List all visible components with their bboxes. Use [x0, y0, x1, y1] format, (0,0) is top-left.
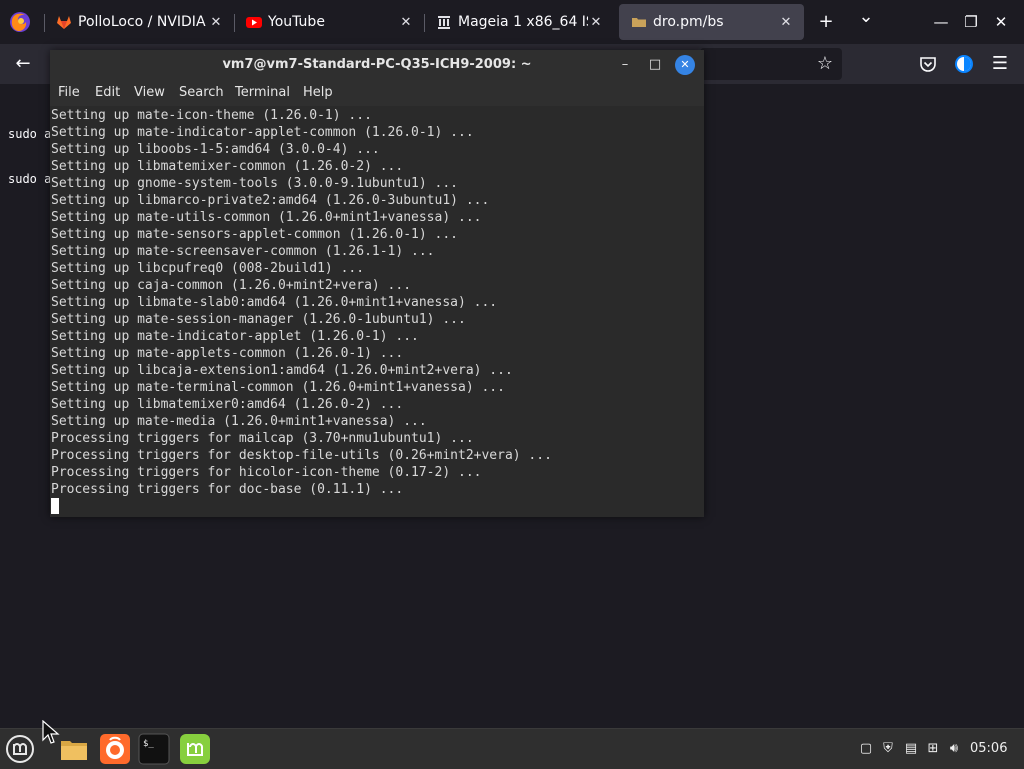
terminal-title: vm7@vm7-Standard-PC-Q35-ICH9-2009: ~: [222, 57, 532, 72]
folder-icon: [632, 18, 646, 27]
terminal-line: Setting up mate-session-manager (1.26.0-…: [51, 312, 466, 327]
url-bar[interactable]: ☆: [700, 48, 842, 80]
terminal-minimize-button[interactable]: –: [615, 55, 635, 75]
terminal-line: Setting up gnome-system-tools (3.0.0-9.1…: [51, 176, 458, 191]
window-maximize-button[interactable]: ❐: [960, 11, 982, 33]
account-icon[interactable]: [953, 53, 975, 75]
new-tab-button[interactable]: +: [815, 11, 837, 33]
terminal-line: Setting up mate-icon-theme (1.26.0-1) ..…: [51, 108, 372, 123]
terminal-line: Setting up libcaja-extension1:amd64 (1.2…: [51, 363, 513, 378]
terminal-titlebar[interactable]: vm7@vm7-Standard-PC-Q35-ICH9-2009: ~ – □…: [50, 50, 704, 80]
menu-help[interactable]: Help: [303, 85, 333, 100]
close-icon[interactable]: ✕: [588, 15, 604, 30]
terminal-line: Setting up mate-indicator-applet-common …: [51, 125, 474, 140]
bookmark-star-icon[interactable]: ☆: [814, 53, 836, 75]
tab-title: PolloLoco / NVIDIA vG: [78, 14, 208, 30]
terminal-lines: Setting up mate-icon-theme (1.26.0-1) ..…: [51, 107, 552, 498]
pocket-icon[interactable]: [917, 53, 939, 75]
terminal-line: Setting up mate-utils-common (1.26.0+min…: [51, 210, 482, 225]
firefox-icon[interactable]: [8, 10, 32, 34]
terminal-line: Setting up mate-indicator-applet (1.26.0…: [51, 329, 419, 344]
terminal-maximize-button[interactable]: □: [645, 55, 665, 75]
terminal-line: Setting up libmarco-private2:amd64 (1.26…: [51, 193, 490, 208]
menu-view[interactable]: View: [134, 85, 165, 100]
terminal-line: Processing triggers for desktop-file-uti…: [51, 448, 552, 463]
tab-title: Mageia 1 x86_64 ISO: [458, 14, 588, 30]
terminal-line: Setting up mate-terminal-common (1.26.0+…: [51, 380, 505, 395]
terminal-line: Setting up mate-sensors-applet-common (1…: [51, 227, 458, 242]
terminal-line: Setting up liboobs-1-5:amd64 (3.0.0-4) .…: [51, 142, 380, 157]
terminal-line: Setting up mate-media (1.26.0+mint1+vane…: [51, 414, 427, 429]
firefox-taskbar-icon[interactable]: [99, 733, 131, 765]
terminal-cursor: [51, 498, 59, 514]
terminal-line: Setting up libcpufreq0 (008-2build1) ...: [51, 261, 365, 276]
terminal-line: Setting up libmate-slab0:amd64 (1.26.0+m…: [51, 295, 498, 310]
close-icon[interactable]: ✕: [208, 15, 224, 30]
terminal-line: Setting up libmatemixer0:amd64 (1.26.0-2…: [51, 397, 404, 412]
close-icon[interactable]: ✕: [778, 15, 794, 30]
menu-terminal[interactable]: Terminal: [235, 85, 290, 100]
files-folder-icon[interactable]: [58, 733, 90, 765]
back-icon[interactable]: ←: [12, 53, 34, 75]
terminal-line: Setting up mate-applets-common (1.26.0-1…: [51, 346, 404, 361]
terminal-line: Setting up libmatemixer-common (1.26.0-2…: [51, 159, 404, 174]
archive-icon: [438, 16, 450, 29]
browser-tab-strip: PolloLoco / NVIDIA vG ✕ YouTube ✕ Mageia…: [0, 0, 1024, 44]
tab-title: dro.pm/bs: [653, 14, 724, 30]
terminal-line: Setting up caja-common (1.26.0+mint2+ver…: [51, 278, 412, 293]
taskbar: $_ ▢ ⛨ ▤ ⊞ 🔊︎ 05:06: [0, 728, 1024, 769]
tab-title: YouTube: [268, 14, 325, 30]
shield-icon[interactable]: ⛨: [880, 741, 896, 757]
clock[interactable]: 05:06: [970, 741, 1007, 756]
terminal-window[interactable]: vm7@vm7-Standard-PC-Q35-ICH9-2009: ~ – □…: [50, 50, 704, 517]
terminal-line: Processing triggers for doc-base (0.11.1…: [51, 482, 404, 497]
gitlab-icon: [57, 16, 71, 29]
page-line: sudo a: [8, 172, 52, 186]
network-icon[interactable]: ⊞: [925, 741, 941, 757]
terminal-line: Processing triggers for hicolor-icon-the…: [51, 465, 482, 480]
menu-file[interactable]: File: [58, 85, 80, 100]
page-line: sudo a: [8, 127, 52, 141]
terminal-taskbar-icon[interactable]: $_: [138, 733, 170, 765]
window-minimize-button[interactable]: —: [930, 11, 952, 33]
tab-youtube[interactable]: YouTube ✕: [234, 4, 424, 40]
terminal-line: Setting up mate-screensaver-common (1.26…: [51, 244, 435, 259]
tab-mageia[interactable]: Mageia 1 x86_64 ISO ✕: [424, 4, 614, 40]
terminal-line: Processing triggers for mailcap (3.70+nm…: [51, 431, 474, 446]
svg-text:$_: $_: [143, 739, 154, 749]
page-content: sudo a sudo a: [8, 97, 51, 202]
youtube-icon: [246, 17, 262, 28]
menu-search[interactable]: Search: [179, 85, 224, 100]
menu-icon[interactable]: ☰: [989, 53, 1011, 75]
clipboard-icon[interactable]: ▢: [858, 741, 874, 757]
notes-icon[interactable]: ▤: [903, 741, 919, 757]
mint-menu-icon[interactable]: [4, 733, 36, 765]
tab-dropm[interactable]: dro.pm/bs ✕: [619, 4, 804, 40]
window-close-button[interactable]: ✕: [990, 11, 1012, 33]
mouse-pointer-icon: [42, 720, 60, 744]
tab-pollolo[interactable]: PolloLoco / NVIDIA vG ✕: [44, 4, 234, 40]
close-icon[interactable]: ✕: [398, 15, 414, 30]
menu-edit[interactable]: Edit: [95, 85, 120, 100]
terminal-output[interactable]: Setting up mate-icon-theme (1.26.0-1) ..…: [50, 106, 704, 517]
terminal-menubar: File Edit View Search Terminal Help: [50, 80, 704, 106]
volume-icon[interactable]: 🔊︎: [946, 741, 962, 757]
mintinstall-icon[interactable]: [179, 733, 211, 765]
list-all-tabs-button[interactable]: ⌄: [855, 6, 877, 28]
terminal-close-button[interactable]: ✕: [675, 55, 695, 75]
